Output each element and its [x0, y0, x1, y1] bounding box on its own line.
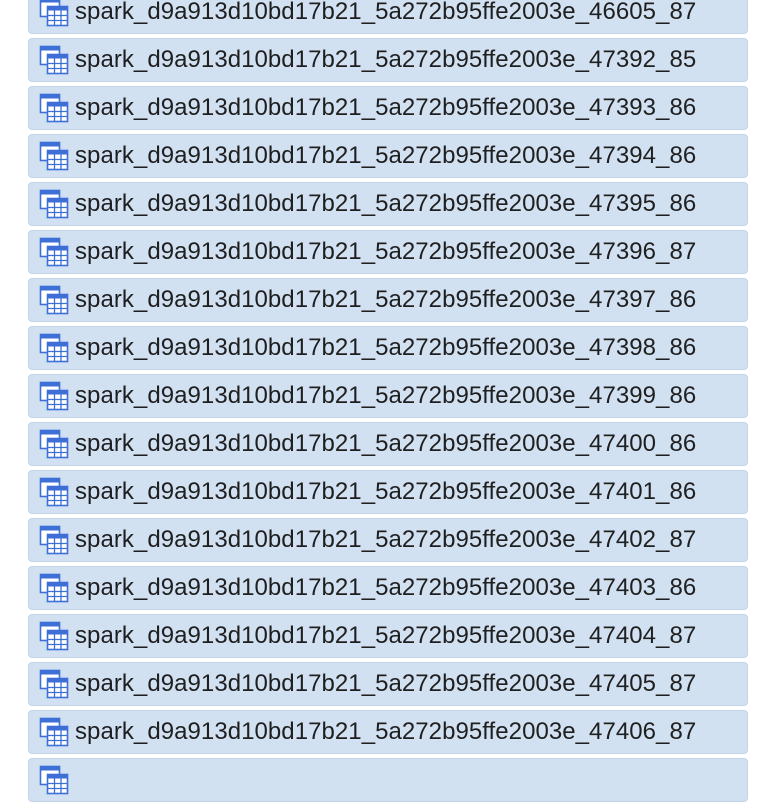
list-item[interactable]: spark_d9a913d10bd17b21_5a272b95ffe2003e_…	[28, 182, 748, 226]
table-name: spark_d9a913d10bd17b21_5a272b95ffe2003e_…	[75, 142, 697, 169]
table-name: spark_d9a913d10bd17b21_5a272b95ffe2003e_…	[75, 670, 697, 697]
list-item[interactable]: spark_d9a913d10bd17b21_5a272b95ffe2003e_…	[28, 278, 748, 322]
table-icon	[39, 477, 71, 507]
table-icon	[39, 573, 71, 603]
table-name: spark_d9a913d10bd17b21_5a272b95ffe2003e_…	[75, 46, 697, 73]
table-name: spark_d9a913d10bd17b21_5a272b95ffe2003e_…	[75, 94, 697, 121]
table-name: spark_d9a913d10bd17b21_5a272b95ffe2003e_…	[75, 190, 697, 217]
table-name: spark_d9a913d10bd17b21_5a272b95ffe2003e_…	[75, 478, 697, 505]
table-icon	[39, 237, 71, 267]
table-icon	[39, 0, 71, 27]
table-icon	[39, 45, 71, 75]
table-name: spark_d9a913d10bd17b21_5a272b95ffe2003e_…	[75, 286, 697, 313]
table-icon	[39, 381, 71, 411]
list-item[interactable]: spark_d9a913d10bd17b21_5a272b95ffe2003e_…	[28, 470, 748, 514]
table-icon	[39, 525, 71, 555]
table-icon	[39, 333, 71, 363]
list-item[interactable]: spark_d9a913d10bd17b21_5a272b95ffe2003e_…	[28, 422, 748, 466]
list-item[interactable]: spark_d9a913d10bd17b21_5a272b95ffe2003e_…	[28, 230, 748, 274]
list-item[interactable]	[28, 758, 748, 802]
table-name: spark_d9a913d10bd17b21_5a272b95ffe2003e_…	[75, 526, 697, 553]
list-item[interactable]: spark_d9a913d10bd17b21_5a272b95ffe2003e_…	[28, 374, 748, 418]
table-name: spark_d9a913d10bd17b21_5a272b95ffe2003e_…	[75, 334, 697, 361]
list-item[interactable]: spark_d9a913d10bd17b21_5a272b95ffe2003e_…	[28, 614, 748, 658]
list-item[interactable]: spark_d9a913d10bd17b21_5a272b95ffe2003e_…	[28, 710, 748, 754]
list-item[interactable]: spark_d9a913d10bd17b21_5a272b95ffe2003e_…	[28, 38, 748, 82]
list-item[interactable]: spark_d9a913d10bd17b21_5a272b95ffe2003e_…	[28, 86, 748, 130]
table-icon	[39, 93, 71, 123]
list-item[interactable]: spark_d9a913d10bd17b21_5a272b95ffe2003e_…	[28, 326, 748, 370]
table-name: spark_d9a913d10bd17b21_5a272b95ffe2003e_…	[75, 0, 697, 25]
table-icon	[39, 189, 71, 219]
list-item[interactable]: spark_d9a913d10bd17b21_5a272b95ffe2003e_…	[28, 566, 748, 610]
list-item[interactable]: spark_d9a913d10bd17b21_5a272b95ffe2003e_…	[28, 0, 748, 34]
table-name: spark_d9a913d10bd17b21_5a272b95ffe2003e_…	[75, 238, 697, 265]
table-name: spark_d9a913d10bd17b21_5a272b95ffe2003e_…	[75, 430, 697, 457]
table-name: spark_d9a913d10bd17b21_5a272b95ffe2003e_…	[75, 718, 697, 745]
table-name: spark_d9a913d10bd17b21_5a272b95ffe2003e_…	[75, 622, 697, 649]
table-icon	[39, 765, 71, 795]
table-name: spark_d9a913d10bd17b21_5a272b95ffe2003e_…	[75, 382, 697, 409]
list-item[interactable]: spark_d9a913d10bd17b21_5a272b95ffe2003e_…	[28, 134, 748, 178]
table-icon	[39, 669, 71, 699]
table-icon	[39, 429, 71, 459]
table-icon	[39, 621, 71, 651]
list-item[interactable]: spark_d9a913d10bd17b21_5a272b95ffe2003e_…	[28, 662, 748, 706]
list-item[interactable]: spark_d9a913d10bd17b21_5a272b95ffe2003e_…	[28, 518, 748, 562]
table-icon	[39, 717, 71, 747]
table-name: spark_d9a913d10bd17b21_5a272b95ffe2003e_…	[75, 574, 697, 601]
table-icon	[39, 285, 71, 315]
table-icon	[39, 141, 71, 171]
table-list: spark_d9a913d10bd17b21_5a272b95ffe2003e_…	[28, 0, 748, 806]
